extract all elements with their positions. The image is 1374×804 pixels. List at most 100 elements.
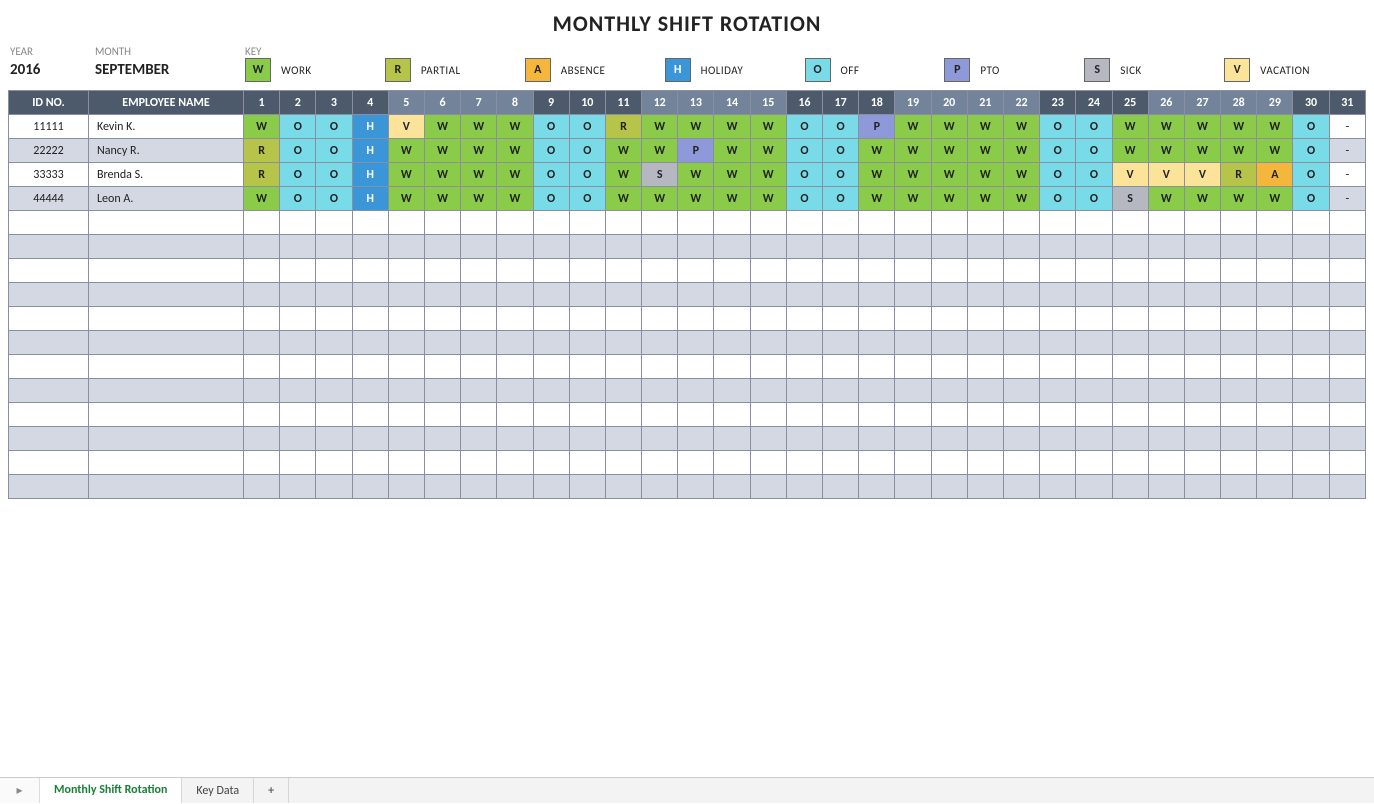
col-header-day-17[interactable]: 17 (823, 91, 859, 115)
cell-day[interactable]: H (352, 187, 388, 211)
cell-empty[interactable] (1221, 211, 1257, 235)
cell-empty[interactable] (461, 355, 497, 379)
cell-empty[interactable] (569, 259, 605, 283)
cell-empty[interactable] (280, 451, 316, 475)
cell-empty[interactable] (569, 355, 605, 379)
cell-day[interactable]: W (1003, 187, 1039, 211)
cell-empty[interactable] (352, 451, 388, 475)
cell-empty[interactable] (9, 283, 89, 307)
cell-empty[interactable] (1003, 211, 1039, 235)
cell-day[interactable]: W (678, 187, 714, 211)
cell-empty[interactable] (967, 475, 1003, 499)
cell-empty[interactable] (533, 211, 569, 235)
cell-empty[interactable] (1112, 379, 1148, 403)
cell-day[interactable]: O (533, 115, 569, 139)
cell-day[interactable]: V (1112, 163, 1148, 187)
cell-day[interactable]: O (1040, 187, 1076, 211)
cell-empty[interactable] (280, 211, 316, 235)
col-header-id[interactable]: ID NO. (9, 91, 89, 115)
cell-empty[interactable] (352, 403, 388, 427)
cell-empty[interactable] (1221, 379, 1257, 403)
col-header-day-20[interactable]: 20 (931, 91, 967, 115)
cell-empty[interactable] (967, 283, 1003, 307)
cell-id[interactable]: 11111 (9, 115, 89, 139)
col-header-day-4[interactable]: 4 (352, 91, 388, 115)
cell-empty[interactable] (1040, 331, 1076, 355)
cell-empty[interactable] (89, 235, 244, 259)
cell-day[interactable]: S (1112, 187, 1148, 211)
col-header-day-3[interactable]: 3 (316, 91, 352, 115)
cell-empty[interactable] (1076, 283, 1112, 307)
cell-day[interactable]: W (1003, 163, 1039, 187)
cell-empty[interactable] (280, 283, 316, 307)
cell-empty[interactable] (1003, 475, 1039, 499)
cell-empty[interactable] (750, 307, 786, 331)
cell-empty[interactable] (714, 475, 750, 499)
cell-empty[interactable] (859, 211, 895, 235)
cell-day[interactable]: O (1293, 163, 1329, 187)
cell-day[interactable]: W (642, 139, 678, 163)
cell-empty[interactable] (895, 403, 931, 427)
cell-empty[interactable] (1076, 259, 1112, 283)
cell-empty[interactable] (895, 331, 931, 355)
cell-empty[interactable] (1293, 331, 1329, 355)
cell-empty[interactable] (714, 211, 750, 235)
cell-day[interactable]: O (280, 139, 316, 163)
cell-empty[interactable] (678, 355, 714, 379)
cell-empty[interactable] (1293, 235, 1329, 259)
cell-empty[interactable] (750, 259, 786, 283)
cell-empty[interactable] (931, 475, 967, 499)
cell-empty[interactable] (461, 283, 497, 307)
cell-empty[interactable] (678, 451, 714, 475)
cell-empty[interactable] (750, 451, 786, 475)
cell-empty[interactable] (1112, 475, 1148, 499)
cell-day[interactable]: W (1112, 139, 1148, 163)
cell-empty[interactable] (533, 427, 569, 451)
cell-day[interactable]: W (497, 163, 533, 187)
cell-empty[interactable] (714, 355, 750, 379)
cell-empty[interactable] (1003, 427, 1039, 451)
cell-day[interactable]: W (714, 115, 750, 139)
cell-empty[interactable] (1112, 331, 1148, 355)
cell-day[interactable]: R (244, 139, 280, 163)
cell-empty[interactable] (244, 379, 280, 403)
cell-empty[interactable] (461, 379, 497, 403)
cell-day[interactable]: W (750, 163, 786, 187)
cell-empty[interactable] (1003, 403, 1039, 427)
cell-day[interactable]: O (1040, 139, 1076, 163)
cell-day[interactable]: W (859, 139, 895, 163)
cell-empty[interactable] (1148, 307, 1184, 331)
cell-empty[interactable] (859, 235, 895, 259)
cell-day[interactable]: W (750, 115, 786, 139)
cell-empty[interactable] (786, 331, 822, 355)
cell-day[interactable]: V (388, 115, 424, 139)
cell-empty[interactable] (678, 475, 714, 499)
cell-empty[interactable] (895, 475, 931, 499)
cell-empty[interactable] (352, 211, 388, 235)
cell-empty[interactable] (714, 259, 750, 283)
cell-empty[interactable] (89, 451, 244, 475)
col-header-day-2[interactable]: 2 (280, 91, 316, 115)
cell-empty[interactable] (1076, 355, 1112, 379)
cell-empty[interactable] (1184, 331, 1220, 355)
cell-day[interactable]: O (280, 187, 316, 211)
cell-empty[interactable] (1257, 259, 1293, 283)
cell-empty[interactable] (1076, 451, 1112, 475)
cell-day[interactable]: O (1040, 163, 1076, 187)
cell-day[interactable]: W (642, 115, 678, 139)
col-header-day-31[interactable]: 31 (1329, 91, 1365, 115)
cell-empty[interactable] (605, 331, 641, 355)
cell-day[interactable]: O (1076, 115, 1112, 139)
cell-day[interactable]: W (750, 139, 786, 163)
cell-empty[interactable] (605, 283, 641, 307)
cell-day[interactable]: S (642, 163, 678, 187)
col-header-day-11[interactable]: 11 (605, 91, 641, 115)
col-header-day-5[interactable]: 5 (388, 91, 424, 115)
cell-empty[interactable] (1257, 427, 1293, 451)
cell-day[interactable]: W (1221, 115, 1257, 139)
cell-empty[interactable] (750, 235, 786, 259)
col-header-day-16[interactable]: 16 (786, 91, 822, 115)
cell-empty[interactable] (1003, 259, 1039, 283)
cell-empty[interactable] (569, 475, 605, 499)
cell-empty[interactable] (424, 427, 460, 451)
